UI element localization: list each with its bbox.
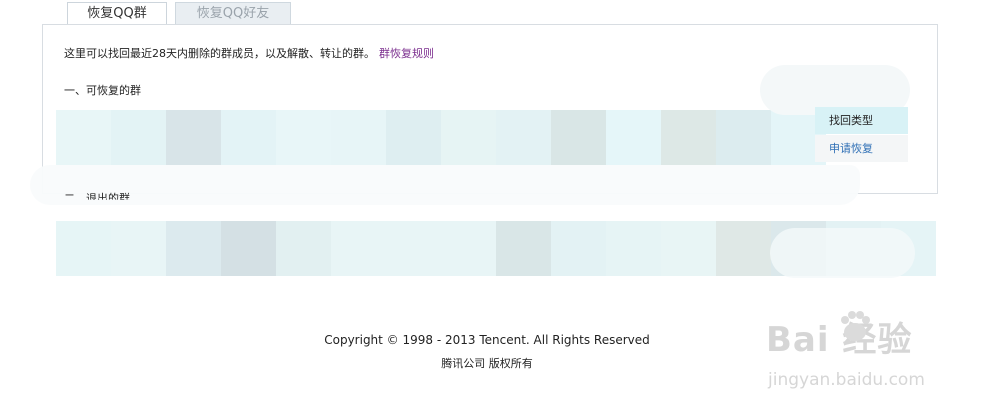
intro-description: 这里可以找回最近28天内删除的群成员，以及解散、转让的群。 (64, 47, 375, 60)
blur-overlay (770, 228, 915, 278)
pixelated-cell (661, 221, 716, 276)
pixelated-cell (386, 221, 441, 276)
paw-icon (841, 311, 870, 341)
pixelated-cell (221, 110, 276, 165)
tab-bar: 恢复QQ群 恢复QQ好友 (0, 0, 1000, 26)
pixelated-cell (56, 221, 111, 276)
pixelated-cell (331, 221, 386, 276)
blurred-group-row (56, 110, 826, 165)
section-recoverable-groups-title: 一、可恢复的群 (64, 84, 141, 97)
apply-restore-link[interactable]: 申请恢复 (815, 135, 908, 162)
tab-restore-group[interactable]: 恢复QQ群 (67, 2, 167, 24)
pixelated-cell (496, 110, 551, 165)
pixelated-cell (331, 110, 386, 165)
pixelated-cell (56, 110, 111, 165)
intro-text: 这里可以找回最近28天内删除的群成员，以及解散、转让的群。 群恢复规则 (64, 45, 434, 61)
pixelated-cell (441, 221, 496, 276)
pixelated-cell (551, 110, 606, 165)
pixelated-cell (166, 110, 221, 165)
pixelated-cell (276, 110, 331, 165)
pixelated-cell (606, 221, 661, 276)
tab-restore-friend[interactable]: 恢复QQ好友 (175, 2, 291, 24)
pixelated-cell (716, 221, 771, 276)
group-rules-link[interactable]: 群恢复规则 (379, 47, 434, 60)
pixelated-cell (606, 110, 661, 165)
pixelated-cell (661, 110, 716, 165)
pixelated-cell (386, 110, 441, 165)
blur-overlay (30, 165, 860, 205)
recover-type-header: 找回类型 (815, 107, 908, 134)
pixelated-cell (111, 221, 166, 276)
pixelated-cell (166, 221, 221, 276)
pixelated-cell (551, 221, 606, 276)
baidu-jingyan-watermark: Bai 经验 jingyan.baidu.com (766, 311, 966, 407)
pixelated-cell (276, 221, 331, 276)
pixelated-cell (716, 110, 771, 165)
pixelated-cell (221, 221, 276, 276)
pixelated-cell (496, 221, 551, 276)
pixelated-cell (111, 110, 166, 165)
pixelated-cell (441, 110, 496, 165)
watermark-url: jingyan.baidu.com (768, 370, 925, 390)
